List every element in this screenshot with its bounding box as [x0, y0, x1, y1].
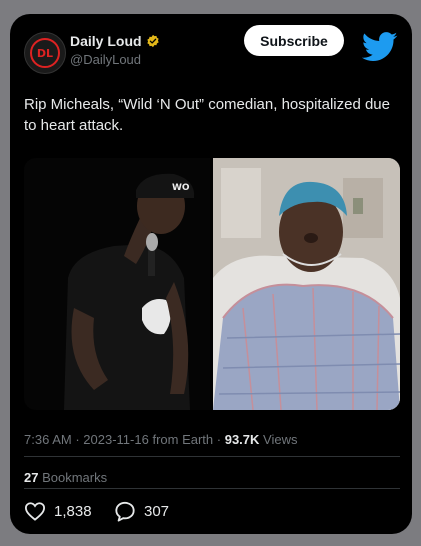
svg-text:WO: WO: [172, 183, 190, 193]
subscribe-button[interactable]: Subscribe: [244, 25, 344, 56]
likes-count: 1,838: [54, 502, 92, 520]
display-name[interactable]: Daily Loud: [70, 33, 142, 49]
tweet-date[interactable]: 2023-11-16: [83, 432, 149, 447]
handle[interactable]: @DailyLoud: [70, 52, 141, 67]
tweet-media[interactable]: WO: [24, 158, 400, 410]
hospital-illustration: [213, 158, 400, 410]
tweet-time[interactable]: 7:36 AM: [24, 432, 72, 447]
bookmarks-label: Bookmarks: [42, 470, 108, 485]
comedian-illustration: WO: [24, 158, 210, 410]
account-name-row: Daily Loud: [70, 33, 160, 49]
tweet-source: from Earth: [152, 432, 214, 447]
tweet-card: DL Daily Loud @DailyLoud Subscribe Rip M…: [10, 14, 412, 534]
heart-icon: [24, 502, 46, 521]
reply-bubble-icon: [115, 501, 135, 522]
tweet-text: Rip Micheals, “Wild ‘N Out” comedian, ho…: [24, 96, 390, 134]
views-count: 93.7K: [224, 432, 260, 447]
like-button[interactable]: 1,838: [24, 501, 92, 521]
views-label: Views: [263, 432, 298, 447]
divider: [24, 456, 400, 457]
tweet-meta: 7:36 AM · 2023-11-16 from Earth · 93.7K …: [24, 432, 298, 447]
verified-badge-icon: [146, 34, 159, 48]
avatar-logo-text: DL: [36, 46, 54, 60]
photo-hospital-bed[interactable]: [213, 158, 400, 410]
meta-separator: ·: [216, 432, 225, 447]
replies-count: 307: [144, 503, 170, 520]
reply-button[interactable]: 307: [114, 501, 169, 522]
bookmarks-count: 27: [24, 470, 39, 485]
twitter-bird-icon: [362, 32, 398, 61]
avatar[interactable]: DL: [24, 32, 66, 74]
daily-loud-logo: DL: [30, 38, 60, 68]
bookmarks-stat[interactable]: 27 Bookmarks: [24, 470, 107, 485]
photo-comedian-on-stage[interactable]: WO: [24, 158, 210, 410]
divider: [24, 488, 400, 489]
